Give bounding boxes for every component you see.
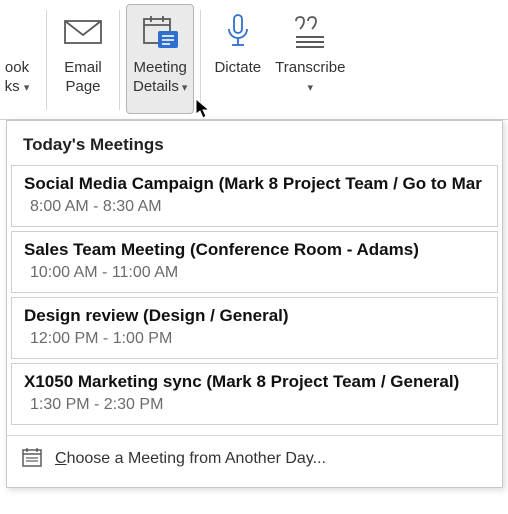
meeting-item[interactable]: X1050 Marketing sync (Mark 8 Project Tea… [11,363,498,425]
meeting-title: Sales Team Meeting (Conference Room - Ad… [24,240,485,260]
ribbon-separator [46,10,47,110]
meeting-item[interactable]: Social Media Campaign (Mark 8 Project Te… [11,165,498,227]
meeting-time: 8:00 AM - 8:30 AM [24,198,485,216]
ribbon-button-dictate[interactable]: Dictate [207,4,268,114]
ribbon-button-label: Dictate [214,59,261,78]
envelope-icon [63,11,103,53]
meeting-details-dropdown: Today's Meetings Social Media Campaign (… [6,120,503,488]
ribbon-button-label: Email Page [64,59,102,97]
meeting-time: 1:30 PM - 2:30 PM [24,396,485,414]
meeting-list: Social Media Campaign (Mark 8 Project Te… [7,165,502,435]
ribbon-button-notebooks[interactable]: ook ks ▾ [0,4,40,114]
meeting-time: 12:00 PM - 1:00 PM [24,330,485,348]
meeting-title: X1050 Marketing sync (Mark 8 Project Tea… [24,372,485,392]
dropdown-header: Today's Meetings [7,121,502,165]
ribbon-button-meeting-details[interactable]: Meeting Details ▾ [126,4,194,114]
ribbon-button-transcribe[interactable]: Transcribe▾ [268,4,352,114]
meeting-time: 10:00 AM - 11:00 AM [24,264,485,282]
footer-label: Choose a Meeting from Another Day... [55,450,326,468]
ribbon-toolbar: ook ks ▾ Email Page [0,0,508,120]
ribbon-button-email-page[interactable]: Email Page [53,4,113,114]
transcribe-icon [290,11,330,53]
meeting-title: Design review (Design / General) [24,306,485,326]
ribbon-button-label: Meeting Details ▾ [133,59,187,97]
ribbon-button-label: ook ks ▾ [5,59,30,97]
ribbon-separator [200,10,201,110]
calendar-details-icon [140,11,180,53]
meeting-item[interactable]: Sales Team Meeting (Conference Room - Ad… [11,231,498,293]
ribbon-separator [119,10,120,110]
microphone-icon [225,11,251,53]
choose-another-day-button[interactable]: Choose a Meeting from Another Day... [7,435,502,487]
meeting-item[interactable]: Design review (Design / General) 12:00 P… [11,297,498,359]
ribbon-button-label: Transcribe▾ [275,59,345,97]
meeting-title: Social Media Campaign (Mark 8 Project Te… [24,174,485,194]
calendar-icon [21,446,43,471]
